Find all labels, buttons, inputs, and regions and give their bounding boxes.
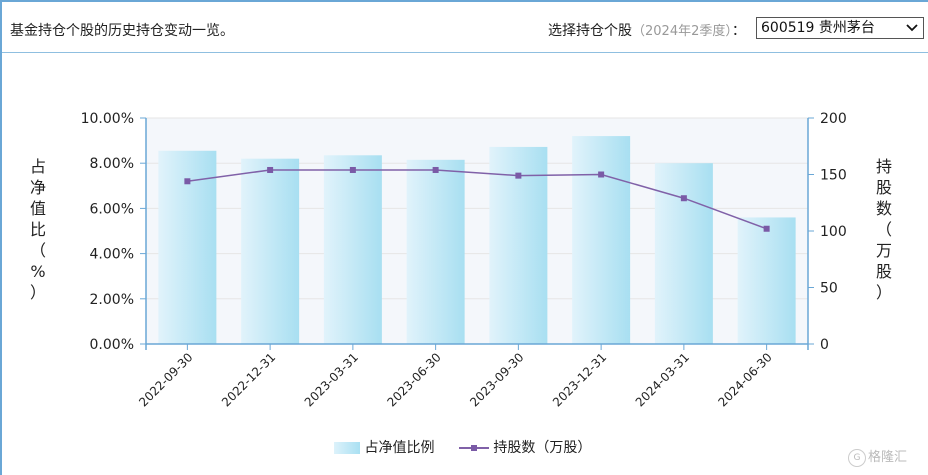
legend-swatch-bar [334, 442, 360, 454]
legend-label-line: 持股数（万股） [493, 440, 592, 456]
x-tick-label: 2023-09-30 [467, 350, 526, 409]
x-tick-label: 2023-12-31 [550, 350, 609, 409]
line-point [432, 166, 439, 173]
legend-item-line[interactable]: 持股数（万股） [458, 437, 592, 457]
x-tick-label: 2024-06-30 [716, 350, 775, 409]
bar [572, 136, 631, 344]
line-point [598, 171, 605, 178]
x-tick-label: 2024-03-31 [633, 350, 692, 409]
y-right-tick-label: 100 [820, 224, 847, 240]
y-right-tick-label: 150 [820, 168, 847, 184]
legend-item-bar[interactable]: 占净值比例 [334, 437, 434, 457]
legend-label-bar: 占净值比例 [364, 440, 435, 456]
x-tick-label: 2022-12-31 [219, 350, 278, 409]
y-right-tick-label: 0 [820, 337, 829, 353]
y-left-tick-label: 10.00% [81, 111, 134, 127]
bar [654, 163, 713, 344]
y-left-tick-label: 4.00% [90, 247, 134, 263]
y-left-tick-label: 8.00% [90, 156, 134, 172]
watermark: G 格隆汇 [848, 446, 907, 467]
x-tick-label: 2023-06-30 [385, 350, 444, 409]
line-point [515, 172, 522, 179]
legend-swatch-line [458, 442, 489, 454]
x-tick-label: 2022-09-30 [136, 350, 195, 409]
y-left-tick-label: 0.00% [90, 337, 134, 353]
bar [737, 217, 796, 344]
y-right-tick-label: 50 [820, 281, 838, 297]
line-point [267, 166, 274, 173]
bar [406, 159, 465, 344]
line-point [349, 166, 356, 173]
bar [323, 155, 382, 344]
bar [241, 158, 300, 344]
line-point [763, 225, 770, 232]
watermark-text: 格隆汇 [868, 450, 908, 465]
x-tick-label: 2023-03-31 [302, 350, 361, 409]
y-right-tick-label: 200 [820, 111, 847, 127]
chart-svg: 0.00% 2.00% 4.00% 6.00% 8.00% 10.00% 0 50 100 150… [81, 111, 847, 409]
y-left-tick-label: 2.00% [90, 292, 134, 308]
y-left-tick-label: 6.00% [90, 201, 134, 217]
watermark-logo-icon: G [848, 448, 866, 467]
chart-legend: 占净值比例 持股数（万股） [334, 437, 611, 457]
line-point [680, 195, 687, 202]
line-point [184, 178, 191, 185]
